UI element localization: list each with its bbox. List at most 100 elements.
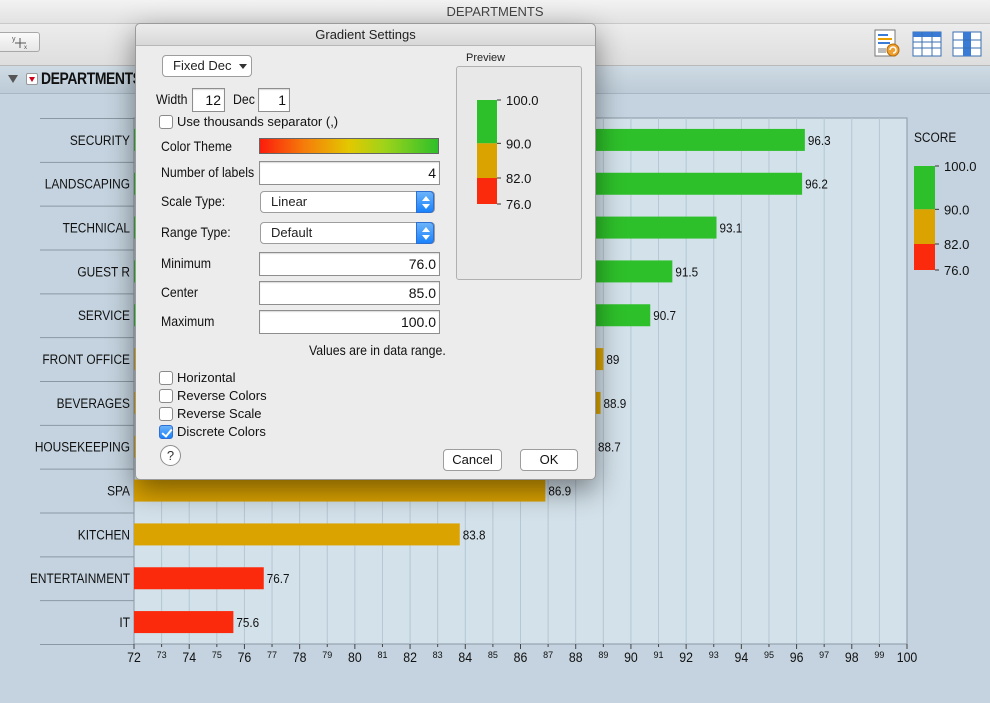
bar-value-label: 91.5 bbox=[675, 265, 698, 280]
category-label: TECHNICAL bbox=[63, 220, 130, 236]
range-type-label: Range Type: bbox=[161, 224, 231, 240]
maximum-field[interactable]: 100.0 bbox=[259, 310, 440, 334]
column-icon bbox=[952, 31, 982, 57]
category-label: LANDSCAPING bbox=[45, 176, 130, 192]
help-icon: ? bbox=[166, 448, 175, 463]
category-label: IT bbox=[119, 614, 130, 630]
bar-value-label: 75.6 bbox=[236, 616, 259, 631]
red-menu-icon[interactable] bbox=[26, 73, 38, 85]
bar bbox=[134, 567, 264, 590]
x-minor-tick-label: 87 bbox=[543, 650, 553, 660]
center-label: Center bbox=[161, 284, 198, 300]
thousands-separator-checkbox[interactable] bbox=[159, 115, 173, 129]
x-tick-label: 84 bbox=[458, 649, 472, 665]
x-tick-label: 76 bbox=[238, 649, 252, 665]
category-label: HOUSEKEEPING bbox=[35, 439, 130, 455]
range-note: Values are in data range. bbox=[309, 342, 446, 358]
preview-band bbox=[477, 100, 497, 144]
center-field[interactable]: 85.0 bbox=[259, 281, 440, 305]
crosshair-tool-button[interactable]: y x bbox=[0, 32, 40, 52]
minimum-field[interactable]: 76.0 bbox=[259, 252, 440, 276]
thousands-separator-label: Use thousands separator (,) bbox=[177, 114, 339, 129]
x-minor-tick-label: 77 bbox=[267, 650, 277, 660]
minimum-label: Minimum bbox=[161, 255, 211, 271]
horizontal-checkbox[interactable] bbox=[159, 371, 173, 385]
dec-field[interactable]: 1 bbox=[258, 88, 290, 112]
gradient-settings-dialog: Gradient Settings Fixed Dec Width 12 Dec… bbox=[135, 23, 596, 480]
x-tick-label: 92 bbox=[679, 649, 693, 665]
number-of-labels-label: Number of labels bbox=[161, 164, 255, 180]
legend-label: 76.0 bbox=[944, 263, 969, 278]
category-label: FRONT OFFICE bbox=[42, 351, 130, 367]
bar-value-label: 90.7 bbox=[653, 309, 676, 324]
legend-band bbox=[914, 209, 935, 244]
preview-label: 100.0 bbox=[506, 93, 539, 108]
color-theme-swatch[interactable] bbox=[259, 138, 439, 154]
chevron-down-icon bbox=[239, 64, 247, 69]
x-tick-label: 98 bbox=[845, 649, 859, 665]
legend-band bbox=[914, 166, 935, 210]
x-tick-label: 74 bbox=[182, 649, 196, 665]
reverse-colors-label: Reverse Colors bbox=[177, 388, 267, 403]
x-minor-tick-label: 85 bbox=[488, 650, 498, 660]
bar-value-label: 76.7 bbox=[267, 572, 290, 587]
x-tick-label: 82 bbox=[403, 649, 417, 665]
category-label: ENTERTAINMENT bbox=[30, 570, 130, 586]
x-minor-tick-label: 83 bbox=[433, 650, 443, 660]
report-button[interactable] bbox=[871, 28, 903, 60]
category-label: GUEST R bbox=[77, 263, 130, 279]
x-tick-label: 72 bbox=[127, 649, 141, 665]
preview-legend: 100.0 90.0 82.0 76.0 bbox=[477, 93, 539, 212]
bar-value-label: 93.1 bbox=[720, 221, 743, 236]
x-minor-tick-label: 91 bbox=[654, 650, 664, 660]
width-field[interactable]: 12 bbox=[192, 88, 225, 112]
x-tick-label: 80 bbox=[348, 649, 362, 665]
x-minor-tick-label: 89 bbox=[598, 650, 608, 660]
x-minor-tick-label: 79 bbox=[322, 650, 332, 660]
discrete-colors-checkbox[interactable] bbox=[159, 425, 173, 439]
reverse-scale-label: Reverse Scale bbox=[177, 406, 262, 421]
legend-label: 82.0 bbox=[944, 237, 969, 252]
x-minor-tick-label: 97 bbox=[819, 650, 829, 660]
category-label: BEVERAGES bbox=[57, 395, 131, 411]
window-title: DEPARTMENTS bbox=[0, 0, 990, 24]
reverse-scale-checkbox[interactable] bbox=[159, 407, 173, 421]
format-popup[interactable]: Fixed Dec bbox=[162, 55, 252, 77]
x-tick-label: 96 bbox=[790, 649, 804, 665]
x-tick-label: 90 bbox=[624, 649, 638, 665]
maximum-label: Maximum bbox=[161, 313, 215, 329]
legend-title: SCORE bbox=[914, 129, 957, 145]
x-tick-label: 100 bbox=[897, 649, 918, 665]
discrete-colors-label: Discrete Colors bbox=[177, 424, 266, 439]
bar bbox=[134, 479, 546, 502]
scale-type-value: Linear bbox=[271, 194, 308, 209]
x-tick-label: 78 bbox=[293, 649, 307, 665]
cancel-button[interactable]: Cancel bbox=[443, 449, 502, 471]
disclosure-triangle-icon[interactable] bbox=[8, 75, 18, 83]
category-label: SPA bbox=[107, 483, 130, 499]
crosshair-icon: y x bbox=[12, 36, 27, 51]
x-minor-tick-label: 99 bbox=[874, 650, 884, 660]
x-tick-label: 94 bbox=[735, 649, 749, 665]
ok-button[interactable]: OK bbox=[520, 449, 578, 471]
table-button[interactable] bbox=[911, 28, 943, 60]
bar-value-label: 88.9 bbox=[604, 396, 627, 411]
category-label: SECURITY bbox=[70, 132, 130, 148]
x-tick-label: 86 bbox=[514, 649, 528, 665]
bar-value-label: 83.8 bbox=[463, 528, 486, 543]
preview-label: 82.0 bbox=[506, 171, 531, 186]
help-button[interactable]: ? bbox=[160, 445, 181, 466]
number-of-labels-field[interactable]: 4 bbox=[259, 161, 440, 185]
x-minor-tick-label: 95 bbox=[764, 650, 774, 660]
table-icon bbox=[912, 31, 942, 57]
bar-value-label: 96.3 bbox=[808, 133, 831, 148]
width-label: Width bbox=[156, 91, 188, 107]
column-button[interactable] bbox=[951, 28, 983, 60]
bar-value-label: 96.2 bbox=[805, 177, 828, 192]
scale-type-select[interactable]: Linear bbox=[260, 191, 435, 213]
preview-label: 76.0 bbox=[506, 197, 531, 212]
reverse-colors-checkbox[interactable] bbox=[159, 389, 173, 403]
bar-value-label: 89 bbox=[606, 353, 619, 368]
svg-text:y: y bbox=[12, 36, 16, 43]
range-type-select[interactable]: Default bbox=[260, 222, 435, 244]
